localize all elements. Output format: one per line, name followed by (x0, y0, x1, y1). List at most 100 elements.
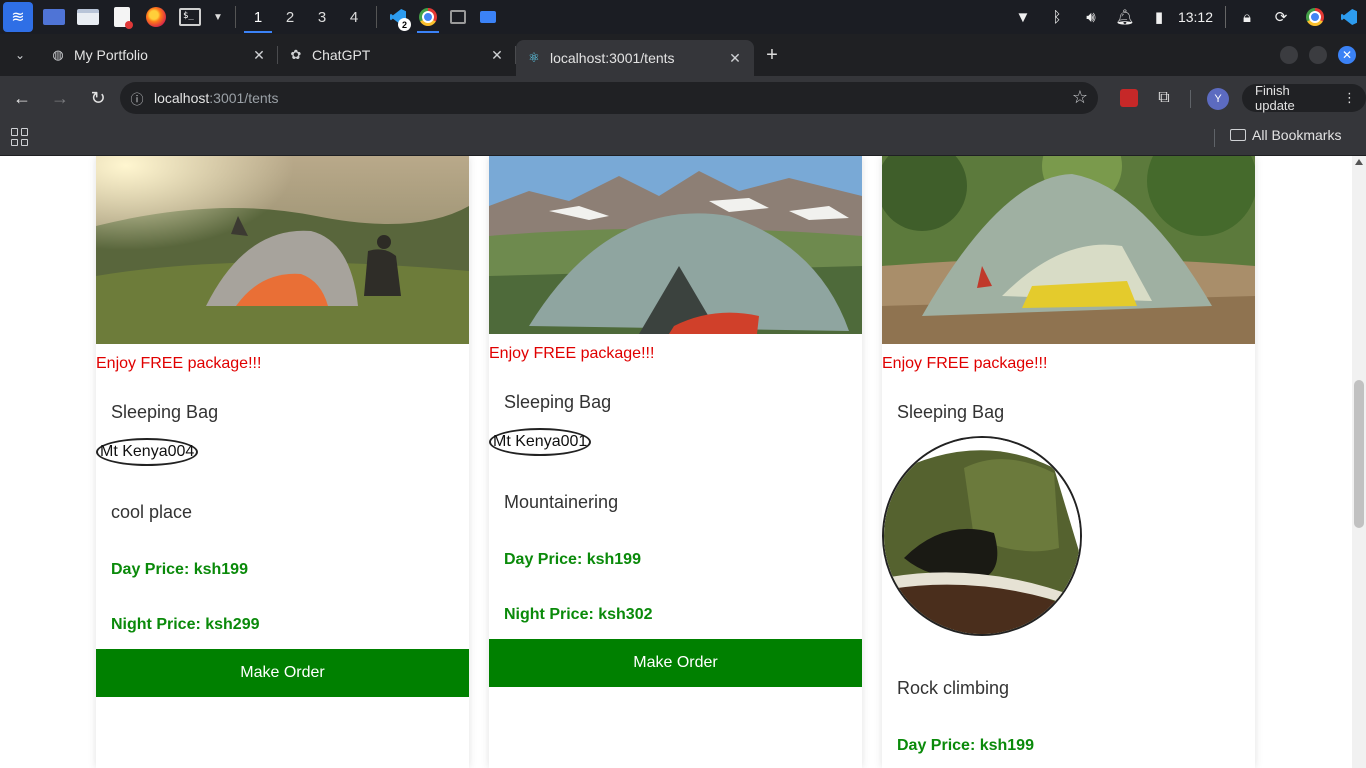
file-manager-icon[interactable] (76, 6, 100, 28)
make-order-button[interactable]: Make Order (489, 639, 862, 687)
browser-toolbar: ← → ↻ ⓘ localhost:3001/tents ☆ ⧉ Y Finis… (0, 76, 1366, 120)
chrome-window-button[interactable] (413, 0, 443, 34)
description: Mountainering (504, 492, 619, 512)
tent-card: Enjoy FREE package!!! Sleeping Bag Mt Ke… (489, 156, 862, 768)
extensions-puzzle-icon[interactable]: ⧉ (1152, 86, 1176, 110)
page-scrollbar[interactable] (1352, 156, 1366, 768)
folder-icon (480, 11, 496, 23)
promo-text: Enjoy FREE package!!! (489, 345, 655, 362)
tab-title: localhost:3001/tents (550, 50, 675, 66)
tab-title: My Portfolio (74, 47, 148, 63)
thumbnail-image: Mt Kenya001 (489, 428, 592, 456)
kebab-menu-icon: ⋮ (1343, 90, 1356, 105)
reload-icon[interactable]: ↻ (80, 80, 116, 116)
vscode-window-button[interactable]: 2 (383, 0, 413, 34)
back-arrow-icon[interactable]: ← (4, 80, 40, 116)
finish-update-button[interactable]: Finish update ⋮ (1242, 83, 1366, 113)
kali-menu-icon[interactable]: ≋ (3, 2, 33, 32)
audio-visualizer (866, 4, 1006, 34)
taskbar-separator (376, 6, 377, 28)
all-bookmarks-label: All Bookmarks (1252, 127, 1342, 143)
promo-text: Enjoy FREE package!!! (882, 355, 1048, 372)
url-path: :3001/tents (209, 90, 279, 106)
promo-text: Enjoy FREE package!!! (96, 355, 262, 372)
workspace-2[interactable]: 2 (274, 0, 306, 34)
minimize-window-button[interactable] (1280, 46, 1298, 64)
new-tab-plus-icon[interactable]: + (754, 34, 790, 76)
tab-chatgpt[interactable]: ✿ ChatGPT ✕ (278, 34, 516, 76)
tent-photo (882, 156, 1255, 344)
scroll-up-arrow-icon[interactable] (1355, 159, 1363, 165)
battery-icon[interactable]: ▮ (1142, 0, 1176, 34)
tent-card: Enjoy FREE package!!! Sleeping Bag Rock … (882, 156, 1255, 768)
bluetooth-icon[interactable]: ᛒ (1040, 0, 1074, 34)
tent-photo (489, 156, 862, 334)
tab-title: ChatGPT (312, 47, 371, 63)
day-price: Day Price: ksh199 (504, 551, 641, 568)
site-info-icon[interactable]: ⓘ (120, 89, 154, 108)
launcher-dropdown-icon[interactable]: ▼ (212, 6, 224, 28)
files-window-button[interactable] (473, 0, 503, 34)
page-viewport: Enjoy FREE package!!! Sleeping Bag Mt Ke… (0, 156, 1366, 768)
scrollbar-thumb[interactable] (1354, 380, 1364, 528)
terminal-icon (450, 10, 466, 24)
folder-icon (1230, 129, 1246, 141)
taskbar-separator (235, 6, 236, 28)
clock[interactable]: 13:12 (1176, 9, 1221, 25)
notifications-bell-icon[interactable]: 🔔︎ (1108, 0, 1142, 34)
bookmarks-separator (1214, 129, 1215, 147)
tent-photo (96, 156, 469, 344)
workspace-4[interactable]: 4 (338, 0, 370, 34)
description: cool place (111, 502, 193, 522)
close-tab-icon[interactable]: ✕ (488, 47, 506, 64)
bookmarks-bar: All Bookmarks (0, 120, 1366, 156)
bookmark-star-icon[interactable]: ☆ (1072, 87, 1088, 108)
apps-grid-icon[interactable] (11, 128, 29, 146)
toolbar-separator (1190, 90, 1191, 108)
thumbnail-image: Mt Kenya004 (96, 438, 199, 466)
logout-icon[interactable]: ⟳ (1264, 0, 1298, 34)
browser-tab-strip: ⌄ ◍ My Portfolio ✕ ✿ ChatGPT ✕ ⚛ localho… (0, 34, 1366, 76)
tab-localhost-tents[interactable]: ⚛ localhost:3001/tents ✕ (516, 40, 754, 76)
close-window-button[interactable]: ✕ (1338, 46, 1356, 64)
finish-update-label: Finish update (1255, 83, 1295, 113)
os-taskbar: ≋ $_ ▼ 1 2 3 4 2 ▼ ᛒ 🔊︎ 🔔︎ ▮ 13:12 🔒︎ ⟳ (0, 0, 1366, 34)
day-price: Day Price: ksh199 (111, 561, 248, 578)
wifi-icon[interactable]: ▼ (1006, 0, 1040, 34)
terminal-window-button[interactable] (443, 0, 473, 34)
day-price: Day Price: ksh199 (897, 737, 1034, 754)
item-name: Sleeping Bag (897, 402, 1005, 422)
thumbnail-image (882, 436, 1082, 636)
tab-search-chevron-icon[interactable]: ⌄ (0, 34, 40, 76)
workspace-3[interactable]: 3 (306, 0, 338, 34)
firefox-icon[interactable] (144, 6, 168, 28)
tab-my-portfolio[interactable]: ◍ My Portfolio ✕ (40, 34, 278, 76)
close-tab-icon[interactable]: ✕ (726, 50, 744, 67)
chrome-tray-icon[interactable] (1298, 0, 1332, 34)
make-order-button[interactable]: Make Order (96, 649, 469, 697)
close-tab-icon[interactable]: ✕ (250, 47, 268, 64)
profile-avatar[interactable]: Y (1207, 88, 1229, 110)
vscode-tray-icon[interactable] (1332, 0, 1366, 34)
url-host: localhost (154, 90, 210, 106)
item-name: Sleeping Bag (504, 392, 612, 412)
window-count-badge: 2 (398, 18, 411, 31)
lock-icon[interactable]: 🔒︎ (1230, 0, 1264, 34)
address-bar[interactable]: ⓘ localhost:3001/tents ☆ (120, 82, 1098, 114)
extension-icon[interactable] (1117, 86, 1141, 110)
volume-icon[interactable]: 🔊︎ (1074, 0, 1108, 34)
maximize-window-button[interactable] (1309, 46, 1327, 64)
all-bookmarks-button[interactable]: All Bookmarks (1230, 127, 1341, 143)
night-price: Night Price: ksh299 (111, 616, 260, 633)
tray-separator (1225, 6, 1226, 28)
night-price: Night Price: ksh302 (504, 606, 653, 623)
show-desktop-icon[interactable] (42, 6, 66, 28)
text-editor-icon[interactable] (110, 6, 134, 29)
globe-icon: ◍ (52, 47, 64, 62)
terminal-icon[interactable]: $_ (178, 6, 202, 28)
workspace-1[interactable]: 1 (242, 0, 274, 34)
forward-arrow-icon[interactable]: → (42, 80, 78, 116)
tent-card: Enjoy FREE package!!! Sleeping Bag Mt Ke… (96, 156, 469, 768)
chrome-icon (419, 8, 437, 26)
openai-icon: ✿ (290, 47, 302, 62)
